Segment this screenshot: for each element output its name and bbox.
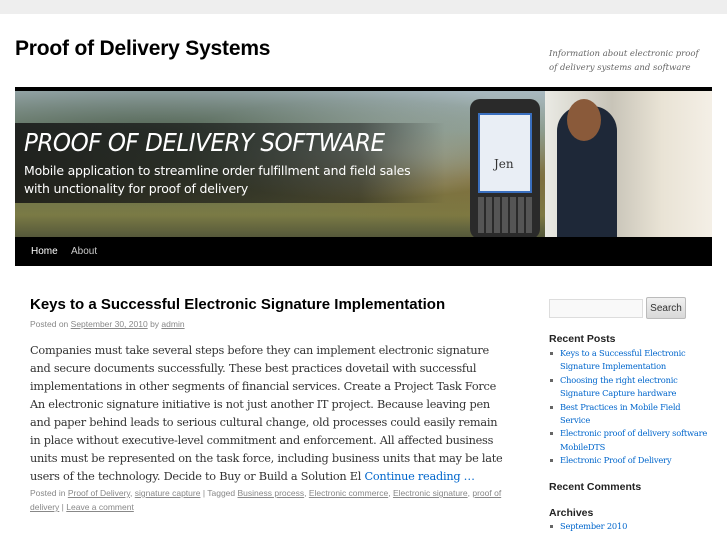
list-item: Electronic Proof of Delivery (549, 454, 709, 467)
archives-list: September 2010 (549, 520, 709, 533)
list-item: Best Practices in Mobile Field Service (549, 401, 709, 428)
handheld-device-image: Jen (470, 99, 540, 237)
post-meta: Posted on September 30, 2010 by admin (30, 319, 185, 329)
recent-post-link[interactable]: Keys to a Successful Electronic Signatur… (560, 348, 686, 371)
list-item: Choosing the right electronic Signature … (549, 374, 709, 401)
header-banner: PROOF OF DELIVERY SOFTWARE Mobile applic… (15, 91, 712, 237)
tag-link[interactable]: Electronic commerce (309, 488, 388, 498)
site-title[interactable]: Proof of Delivery Systems (15, 37, 270, 61)
recent-comments-heading: Recent Comments (549, 481, 642, 493)
list-item: September 2010 (549, 520, 709, 533)
search-input[interactable] (549, 299, 643, 318)
by-label: by (150, 319, 160, 329)
list-item: Electronic proof of delivery software Mo… (549, 427, 709, 454)
delivery-photo (545, 91, 712, 237)
recent-posts-list: Keys to a Successful Electronic Signatur… (549, 347, 709, 468)
archive-link[interactable]: September 2010 (560, 521, 627, 531)
main-nav: Home About (15, 237, 712, 266)
signature-text: Jen (494, 157, 514, 171)
tag-link[interactable]: Business process (238, 488, 305, 498)
device-screen: Jen (478, 113, 532, 193)
site-description: Information about electronic proof of de… (549, 49, 699, 73)
list-item: Keys to a Successful Electronic Signatur… (549, 347, 709, 374)
leave-comment-link[interactable]: Leave a comment (66, 502, 134, 512)
nav-home[interactable]: Home (31, 246, 58, 257)
post-excerpt: Companies must take several steps before… (30, 342, 510, 486)
nav-about[interactable]: About (71, 246, 97, 257)
posted-on-label: Posted on (30, 319, 69, 329)
continue-reading-link[interactable]: Continue reading … (364, 470, 475, 483)
category-link[interactable]: Proof of Delivery (68, 488, 130, 498)
post-date-link[interactable]: September 30, 2010 (71, 319, 148, 329)
recent-post-link[interactable]: Choosing the right electronic Signature … (560, 375, 678, 398)
recent-post-link[interactable]: Electronic Proof of Delivery (560, 455, 672, 465)
post-title[interactable]: Keys to a Successful Electronic Signatur… (30, 296, 445, 313)
device-keypad (478, 197, 532, 233)
tagged-label: | Tagged (202, 488, 236, 498)
posted-in-label: Posted in (30, 488, 66, 498)
archives-heading: Archives (549, 507, 594, 519)
top-bar (0, 0, 727, 14)
courier-face (567, 99, 601, 141)
search-button[interactable]: Search (646, 297, 686, 319)
recent-post-link[interactable]: Electronic proof of delivery software Mo… (560, 428, 707, 451)
author-link[interactable]: admin (161, 319, 184, 329)
recent-post-link[interactable]: Best Practices in Mobile Field Service (560, 402, 681, 425)
post-footer: Posted in Proof of Delivery, signature c… (30, 488, 502, 512)
category-link[interactable]: signature capture (135, 488, 201, 498)
recent-posts-heading: Recent Posts (549, 333, 616, 345)
excerpt-text: Companies must take several steps before… (30, 344, 503, 483)
banner-subtitle: Mobile application to streamline order f… (24, 163, 411, 196)
tag-link[interactable]: Electronic signature (393, 488, 468, 498)
separator: | (61, 502, 64, 512)
banner-title: PROOF OF DELIVERY SOFTWARE (24, 128, 385, 157)
